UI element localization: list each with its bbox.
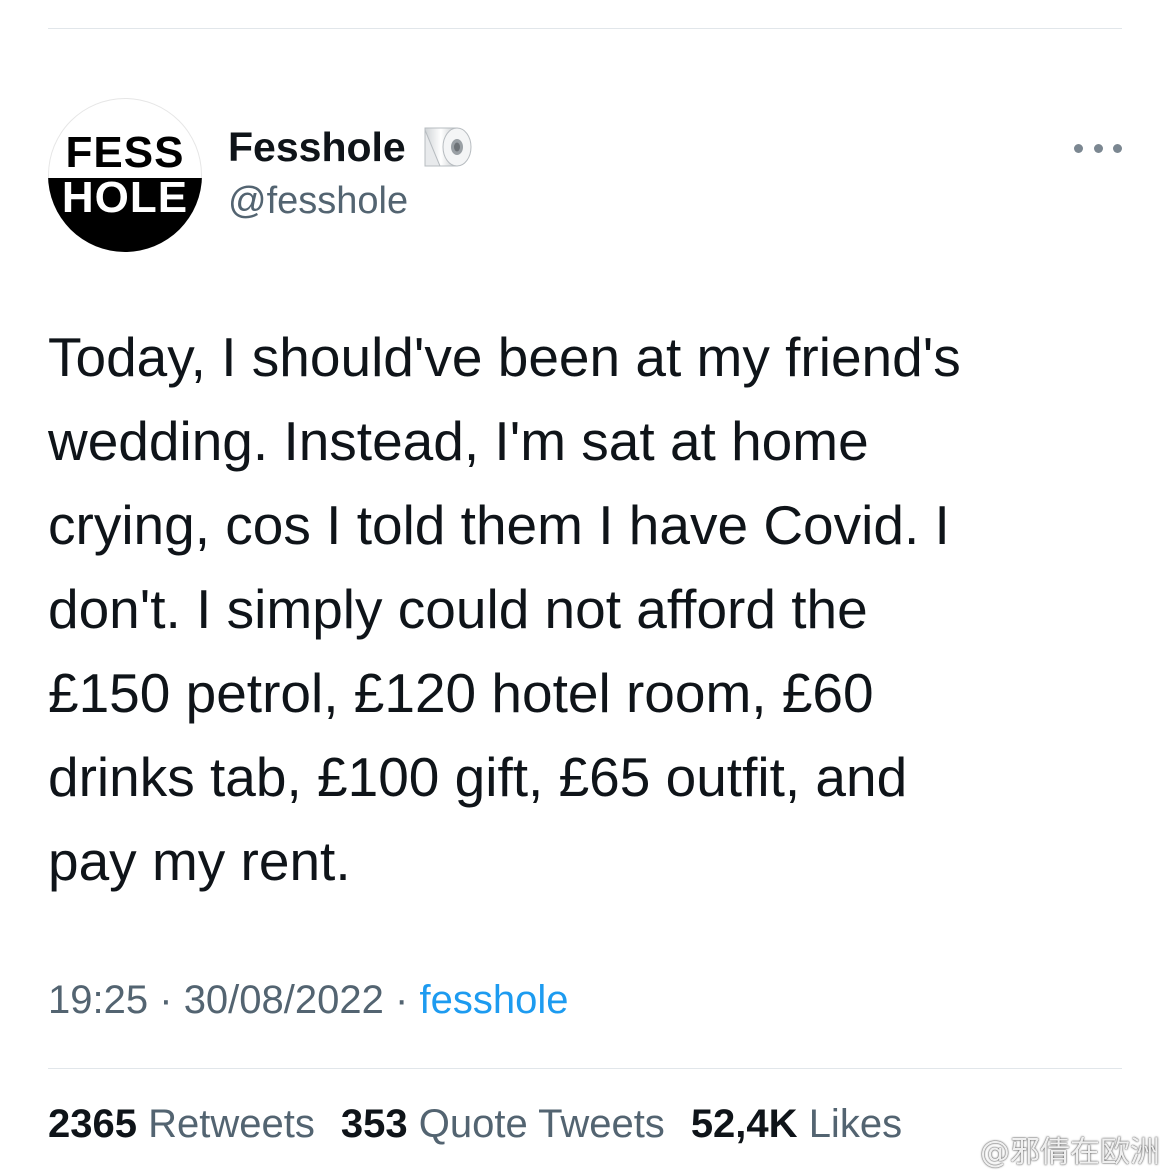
tweet-date[interactable]: 30/08/2022 (184, 978, 384, 1022)
author-handle[interactable]: @fesshole (228, 180, 476, 223)
retweets-count: 2365 (48, 1102, 137, 1146)
meta-separator: · (159, 978, 173, 1022)
tweet-time[interactable]: 19:25 (48, 978, 148, 1022)
more-dot (1113, 143, 1122, 153)
tweet-header: FESS HOLE Fesshole @fesshole (48, 98, 1122, 254)
likes-label: Likes (808, 1102, 903, 1146)
quote-tweets-label: Quote Tweets (418, 1102, 665, 1146)
tweet-text: Today, I should've been at my friend's w… (48, 326, 961, 892)
tweet-metadata: 19:25 · 30/08/2022 · fesshole (48, 978, 568, 1023)
watermark: @邪倩在欧洲 (980, 1135, 1160, 1170)
bottom-divider (48, 1068, 1122, 1069)
more-dot (1074, 143, 1083, 153)
likes-count: 52,4K (690, 1102, 798, 1146)
likes-stat[interactable]: 52,4K Likes (691, 1102, 902, 1147)
quote-tweets-stat[interactable]: 353 Quote Tweets (341, 1102, 665, 1147)
display-name[interactable]: Fesshole (228, 124, 406, 171)
engagement-stats: 2365 Retweets 353 Quote Tweets 52,4K Lik… (48, 1102, 902, 1147)
display-name-row: Fesshole (228, 120, 476, 174)
more-dot (1093, 143, 1103, 153)
retweets-stat[interactable]: 2365 Retweets (48, 1102, 315, 1147)
avatar-text-bottom: HOLE (61, 173, 189, 222)
quote-tweets-count: 353 (340, 1102, 408, 1146)
avatar[interactable]: FESS HOLE (48, 98, 202, 252)
more-options-icon[interactable] (1074, 136, 1122, 160)
tweet-source-link[interactable]: fesshole (419, 978, 568, 1022)
meta-separator: · (395, 978, 409, 1022)
author-names: Fesshole @fesshole (228, 120, 476, 223)
toilet-roll-icon (422, 120, 476, 174)
top-divider (48, 28, 1122, 29)
retweets-label: Retweets (148, 1102, 315, 1146)
avatar-text-top: FESS (65, 128, 185, 177)
